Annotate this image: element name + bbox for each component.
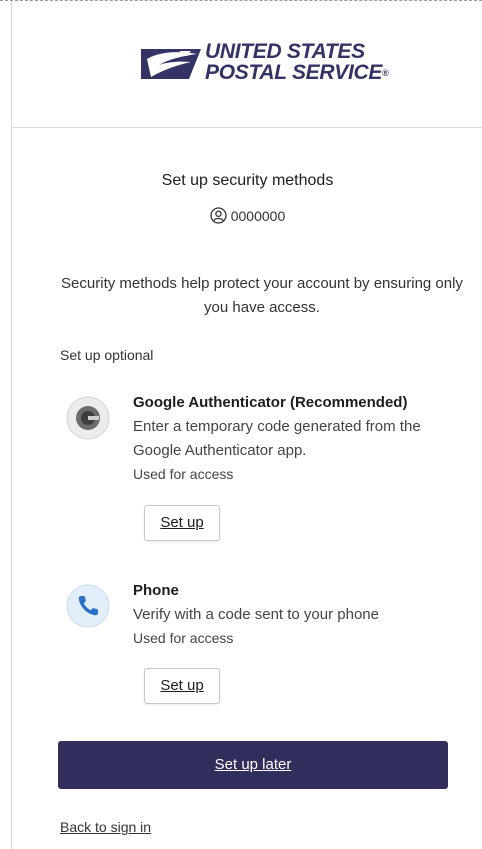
brand-line-1: UNITED STATES xyxy=(205,40,365,63)
method-details: Google Authenticator (Recommended) Enter… xyxy=(133,393,453,485)
page-title: Set up security methods xyxy=(161,172,334,189)
method-usage: Used for access xyxy=(133,466,234,482)
signin-card: UNITED STATES POSTAL SERVICE® Set up sec… xyxy=(11,1,482,849)
usps-logo: UNITED STATES POSTAL SERVICE® xyxy=(139,39,389,95)
method-description: Verify with a code sent to your phone xyxy=(133,606,379,623)
intro-text: Security methods help protect your accou… xyxy=(61,275,463,316)
username: 0000000 xyxy=(230,208,286,224)
phone-icon xyxy=(66,584,110,628)
method-name: Google Authenticator (Recommended) xyxy=(133,394,408,411)
section-label: Set up optional xyxy=(60,347,154,363)
method-details: Phone Verify with a code sent to your ph… xyxy=(133,581,453,649)
user-icon xyxy=(210,207,227,224)
method-usage: Used for access xyxy=(133,630,234,646)
card-header: UNITED STATES POSTAL SERVICE® xyxy=(12,1,482,128)
brand-line-2: POSTAL SERVICE® xyxy=(205,61,389,84)
phone-setup-button[interactable]: Set up xyxy=(144,668,220,704)
google-authenticator-icon xyxy=(66,396,110,440)
back-to-sign-in-link[interactable]: Back to sign in xyxy=(60,819,151,835)
registered-mark: ® xyxy=(382,67,389,78)
method-name: Phone xyxy=(133,582,179,599)
username-row: 0000000 xyxy=(12,207,482,224)
usps-wordmark: UNITED STATES POSTAL SERVICE® xyxy=(205,40,389,84)
setup-later-button[interactable]: Set up later xyxy=(58,741,448,789)
method-description: Enter a temporary code generated from th… xyxy=(133,418,421,459)
usps-eagle-icon xyxy=(141,49,201,79)
google-authenticator-setup-button[interactable]: Set up xyxy=(144,505,220,541)
